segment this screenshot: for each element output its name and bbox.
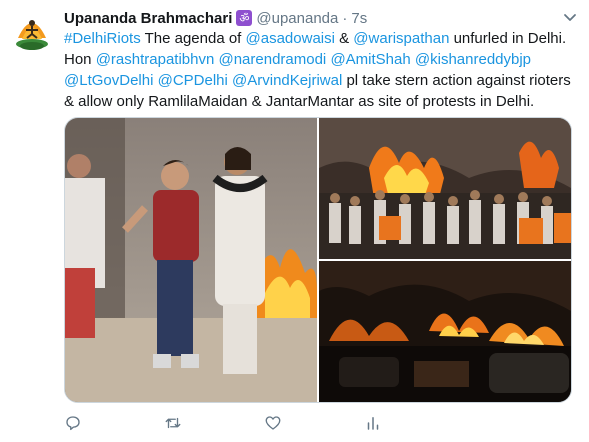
chevron-down-icon[interactable]	[561, 8, 579, 26]
mention-kishanreddybjp[interactable]: @kishanreddybjp	[415, 51, 531, 68]
mention-cpdelhi[interactable]: @CPDelhi	[158, 72, 228, 89]
tweet-text-line-1: #DelhiRiots The agenda of @asadowaisi & …	[64, 28, 579, 49]
mention-warispathan[interactable]: @warispathan	[353, 30, 449, 47]
text-span: The agenda of	[140, 30, 246, 47]
reply-button[interactable]	[64, 412, 164, 434]
mention-amitshah[interactable]: @AmitShah	[330, 51, 410, 68]
tweet-text-line-4: & allow only RamlilaMaidan & JantarManta…	[64, 93, 535, 110]
retweet-icon	[165, 417, 181, 429]
text-span: unfurled in Delhi.	[449, 30, 567, 47]
mention-asadowaisi[interactable]: @asadowaisi	[246, 30, 335, 47]
tweet-timestamp[interactable]: 7s	[351, 10, 367, 27]
tweet-header: Upananda Brahmachari ॐ @upananda · 7s	[64, 8, 579, 28]
tweet: Upananda Brahmachari ॐ @upananda · 7s #D…	[0, 0, 589, 442]
mention-arvindkejriwal[interactable]: @ArvindKejriwal	[232, 72, 342, 89]
reply-icon	[66, 416, 80, 431]
tweet-text: #DelhiRiots The agenda of @asadowaisi & …	[64, 28, 579, 112]
om-badge-icon: ॐ	[236, 10, 253, 26]
mention-ltgovdelhi[interactable]: @LtGovDelhi	[64, 72, 153, 89]
tweet-actions	[64, 412, 544, 434]
text-span: Hon	[64, 51, 96, 68]
hashtag-delhiriots[interactable]: #DelhiRiots	[64, 30, 141, 47]
retweet-button[interactable]	[164, 412, 264, 434]
avatar[interactable]	[8, 6, 56, 54]
mention-narendramodi[interactable]: @narendramodi	[218, 51, 326, 68]
analytics-button[interactable]	[364, 412, 464, 434]
media-image-street-clash[interactable]	[65, 118, 317, 402]
author-name[interactable]: Upananda Brahmachari	[64, 10, 232, 27]
tweet-text-line-3: @LtGovDelhi @CPDelhi @ArvindKejriwal pl …	[64, 70, 579, 91]
tweet-text-line-2: Hon @rashtrapatibhvn @narendramodi @Amit…	[64, 49, 579, 70]
mention-rashtrapatibhvn[interactable]: @rashtrapatibhvn	[96, 51, 215, 68]
like-button[interactable]	[264, 412, 364, 434]
text-span: pl take stern action against rioters	[342, 72, 571, 89]
like-icon	[265, 416, 281, 430]
media-image-night-blaze[interactable]	[319, 261, 571, 402]
media-image-crowd-fire[interactable]	[319, 118, 571, 259]
separator-dot: ·	[342, 9, 348, 27]
text-span: &	[334, 30, 354, 47]
author-handle[interactable]: @upananda	[256, 10, 338, 27]
analytics-icon	[367, 417, 379, 430]
media-grid	[64, 117, 572, 403]
